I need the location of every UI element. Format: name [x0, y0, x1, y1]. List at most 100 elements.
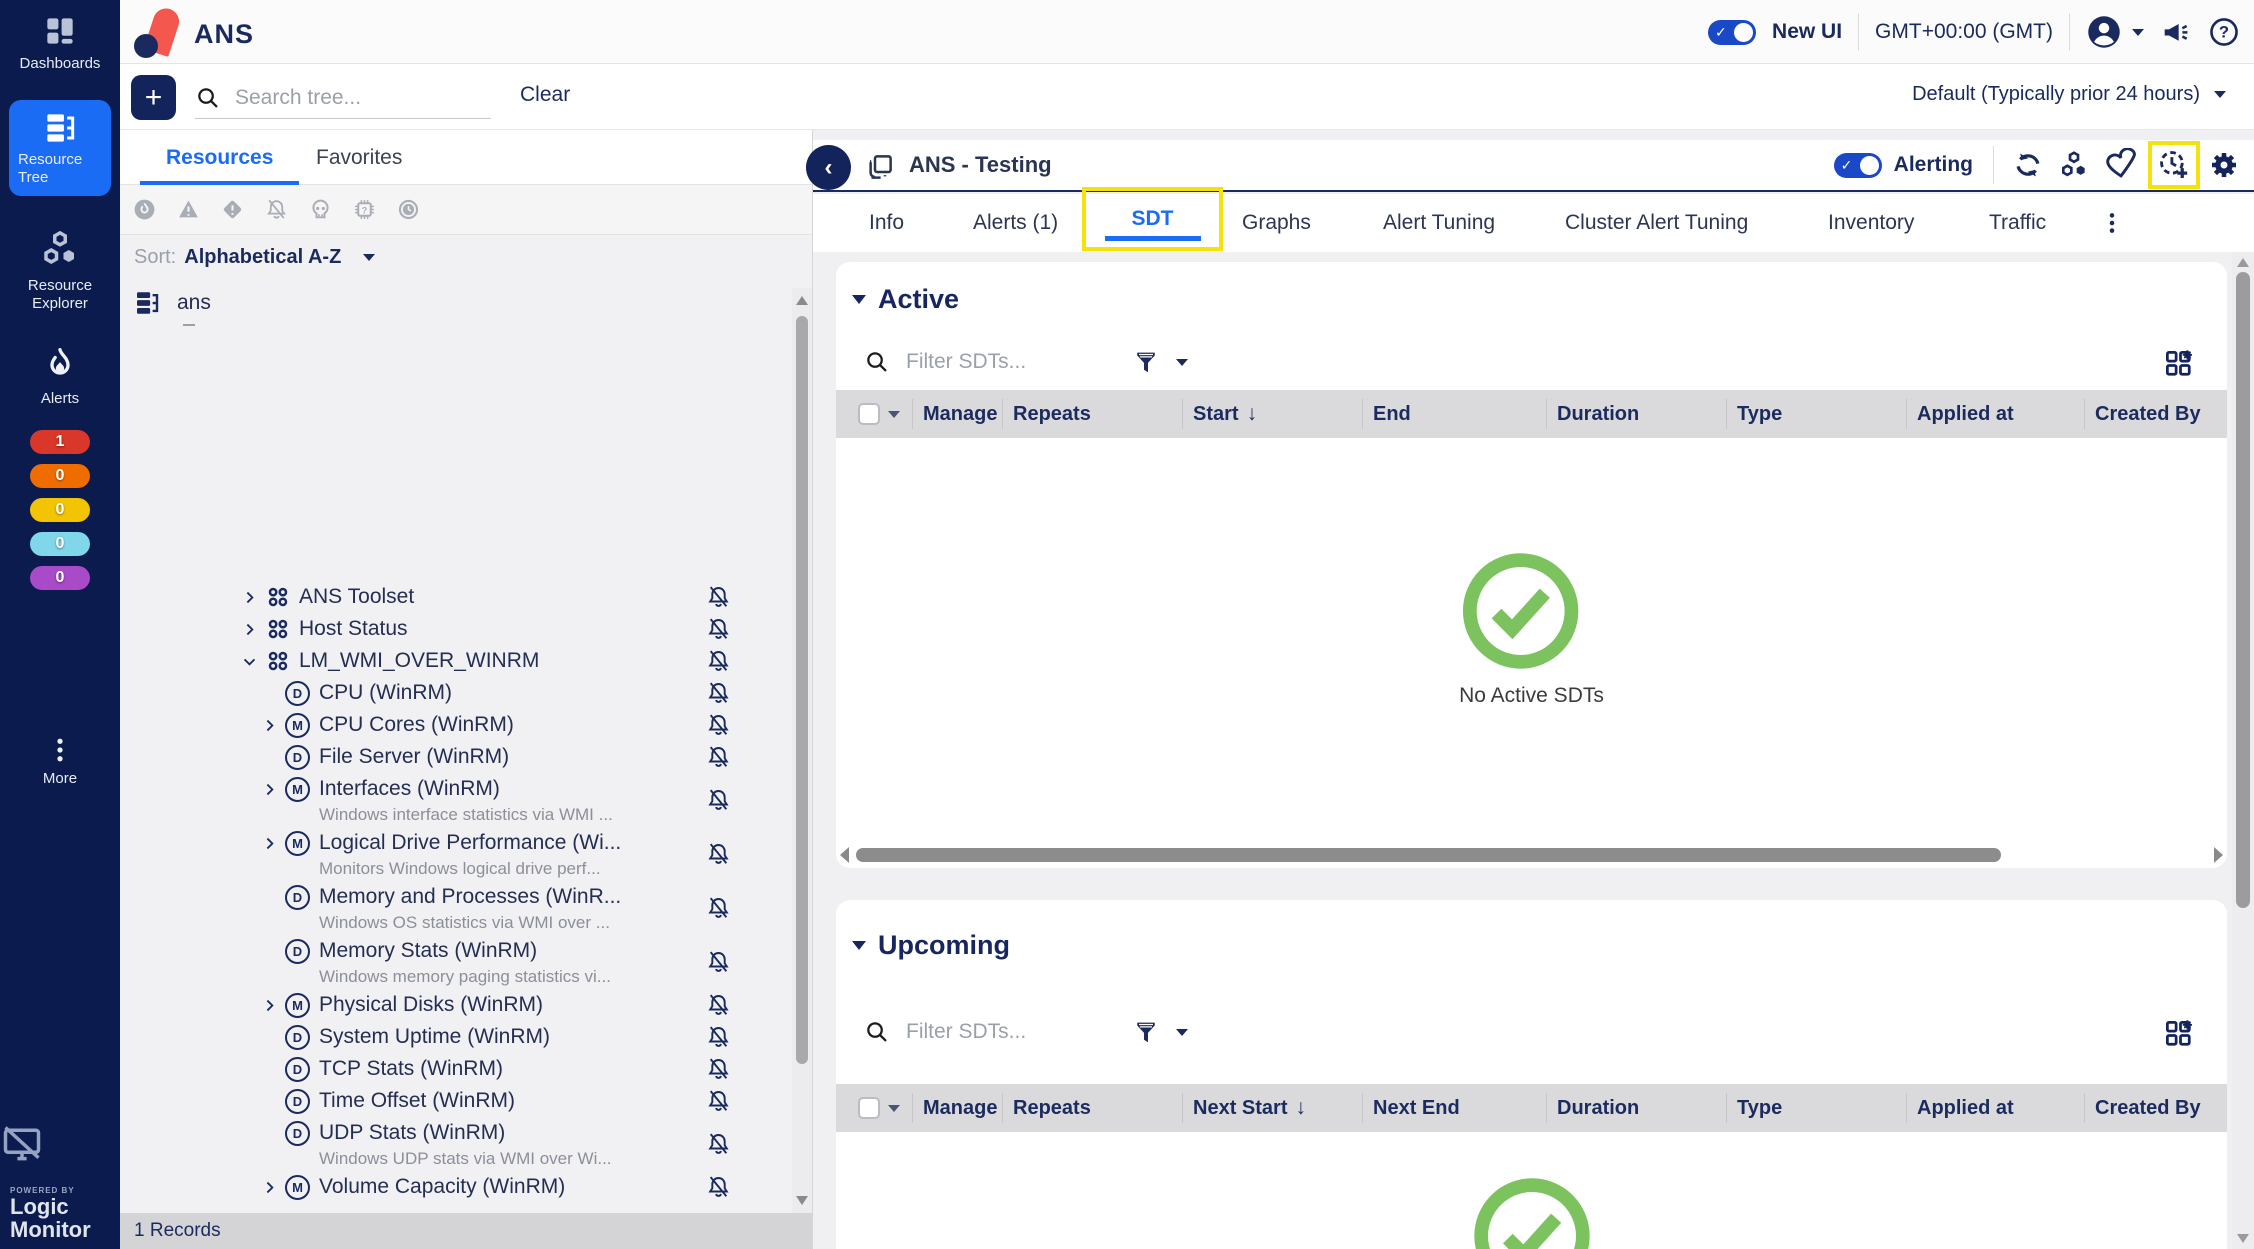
filter-funnel-icon[interactable]	[1132, 1018, 1160, 1046]
column-settings-icon[interactable]	[2163, 1018, 2193, 1048]
sidebar-item-dashboards[interactable]: Dashboards	[0, 12, 120, 73]
time-range-selector[interactable]: Default (Typically prior 24 hours)	[1912, 83, 2226, 106]
column-header-start[interactable]: Start↓	[1182, 399, 1362, 429]
column-header-next-start[interactable]: Next Start↓	[1182, 1093, 1362, 1123]
bell-slash-icon[interactable]	[705, 1088, 732, 1115]
main-scrollbar[interactable]	[2232, 252, 2254, 1249]
tree-item[interactable]: DMemory and Processes (WinR...Windows OS…	[120, 881, 792, 935]
add-sdt-clock-button[interactable]	[2148, 141, 2200, 189]
tree-item[interactable]: MPhysical Disks (WinRM)	[120, 989, 792, 1021]
tree-item[interactable]: DTime Offset (WinRM)	[120, 1085, 792, 1117]
scroll-left-arrow-icon[interactable]	[840, 847, 849, 863]
tree-search-input[interactable]: Search tree...	[195, 77, 491, 119]
tab-sdt[interactable]: SDT	[1132, 207, 1174, 231]
bell-slash-icon[interactable]	[705, 992, 732, 1019]
select-all-checkbox[interactable]	[858, 403, 880, 425]
chevron-right-icon[interactable]	[261, 773, 285, 805]
critical-icon[interactable]	[132, 197, 157, 222]
user-menu-caret-icon[interactable]	[2132, 29, 2144, 36]
chevron-down-icon[interactable]	[241, 645, 265, 677]
tree-item[interactable]: MVolume Capacity (WinRM)	[120, 1171, 792, 1203]
alerting-toggle[interactable]: ✓	[1834, 153, 1882, 178]
help-icon[interactable]: ?	[2208, 16, 2240, 48]
column-header-created-by[interactable]: Created By	[2084, 399, 2227, 429]
settings-gear-icon[interactable]	[2208, 149, 2240, 181]
bell-slash-icon[interactable]	[705, 895, 732, 922]
tree-tab-resources[interactable]: Resources	[166, 130, 273, 185]
chevron-down-icon[interactable]	[1176, 1029, 1188, 1036]
tree-item[interactable]: DFile Server (WinRM)	[120, 741, 792, 773]
tree-item[interactable]: DCPU (WinRM)	[120, 677, 792, 709]
bell-slash-icon[interactable]	[705, 1024, 732, 1051]
tab-alerts-1-[interactable]: Alerts (1)	[973, 194, 1058, 252]
sidebar-item-resource-explorer[interactable]: Resource Explorer	[0, 228, 120, 313]
filter-funnel-icon[interactable]	[1132, 348, 1160, 376]
scroll-up-arrow-icon[interactable]	[796, 296, 808, 305]
column-header-repeats[interactable]: Repeats	[1002, 399, 1182, 429]
tree-scrollbar-thumb[interactable]	[796, 316, 808, 1064]
announcements-megaphone-icon[interactable]	[2160, 16, 2192, 48]
filter-input[interactable]: Filter SDTs...	[906, 1020, 1116, 1044]
tab-traffic[interactable]: Traffic	[1989, 194, 2046, 252]
tree-item[interactable]: MInterfaces (WinRM)Windows interface sta…	[120, 773, 792, 827]
add-resource-button[interactable]: +	[131, 75, 176, 120]
bell-slash-icon[interactable]	[705, 841, 732, 868]
refresh-icon[interactable]	[2012, 149, 2044, 181]
favorite-heart-icon[interactable]	[2104, 148, 2138, 182]
bell-slash-icon[interactable]	[705, 744, 732, 771]
tree-tab-favorites[interactable]: Favorites	[316, 130, 402, 185]
main-scrollbar-thumb[interactable]	[2236, 272, 2250, 908]
collapse-section-chevron-icon[interactable]	[852, 941, 866, 950]
sort-selector[interactable]: Sort: Alphabetical A-Z	[134, 246, 375, 269]
chevron-right-icon[interactable]	[261, 709, 285, 741]
tree-item[interactable]: DUDP Stats (WinRM)Windows UDP stats via …	[120, 1117, 792, 1171]
column-header-repeats[interactable]: Repeats	[1002, 1093, 1182, 1123]
column-header-applied-at[interactable]: Applied at	[1906, 399, 2084, 429]
scroll-down-arrow-icon[interactable]	[2237, 1234, 2249, 1243]
tree-item[interactable]: LM_WMI_OVER_WINRM	[120, 645, 792, 677]
chevron-down-icon[interactable]	[1176, 359, 1188, 366]
monitor-slash-icon[interactable]	[0, 1122, 120, 1166]
alert-badge-critical[interactable]: 1	[30, 430, 90, 454]
bell-slash-icon[interactable]	[705, 584, 732, 611]
chevron-right-icon[interactable]	[261, 827, 285, 859]
timezone-selector[interactable]: GMT+00:00 (GMT)	[1875, 20, 2053, 44]
alert-badge-warning[interactable]: 0	[30, 498, 90, 522]
scroll-down-arrow-icon[interactable]	[796, 1196, 808, 1205]
tree-item[interactable]: MLogical Drive Performance (Wi...Monitor…	[120, 827, 792, 881]
bell-slash-icon[interactable]	[705, 648, 732, 675]
bell-slash-icon[interactable]	[705, 616, 732, 643]
sdt-clock-icon[interactable]	[396, 197, 421, 222]
filter-input[interactable]: Filter SDTs...	[906, 350, 1116, 374]
chevron-right-icon[interactable]	[261, 1171, 285, 1203]
tab-info[interactable]: Info	[869, 194, 904, 252]
column-header-manage[interactable]: Manage	[912, 399, 1002, 429]
horizontal-scrollbar-thumb[interactable]	[856, 848, 2001, 862]
alert-badge-dead[interactable]: 0	[30, 566, 90, 590]
column-header-created-by[interactable]: Created By	[2084, 1093, 2227, 1123]
tab-sdt-highlight[interactable]: SDT	[1082, 187, 1223, 251]
chevron-right-icon[interactable]	[241, 613, 265, 645]
alert-badge-error[interactable]: 0	[30, 464, 90, 488]
upcoming-section-header[interactable]: Upcoming	[852, 930, 1010, 961]
resource-explorer-link-icon[interactable]	[2058, 149, 2090, 181]
column-header-manage[interactable]: Manage	[912, 1093, 1002, 1123]
tree-item[interactable]: DTCP Stats (WinRM)	[120, 1053, 792, 1085]
column-header-type[interactable]: Type	[1726, 399, 1906, 429]
column-header-type[interactable]: Type	[1726, 1093, 1906, 1123]
collapse-section-chevron-icon[interactable]	[852, 295, 866, 304]
active-section-header[interactable]: Active	[852, 284, 959, 315]
tree-item[interactable]: MCPU Cores (WinRM)	[120, 709, 792, 741]
select-all-checkbox[interactable]	[858, 1097, 880, 1119]
sidebar-item-resource-tree[interactable]: Resource Tree	[9, 100, 111, 196]
bell-slash-icon[interactable]	[705, 949, 732, 976]
bell-slash-icon[interactable]	[705, 787, 732, 814]
column-header-duration[interactable]: Duration	[1546, 399, 1726, 429]
error-diamond-icon[interactable]	[220, 197, 245, 222]
chevron-right-icon[interactable]	[261, 989, 285, 1021]
scroll-up-arrow-icon[interactable]	[2237, 258, 2249, 267]
alert-badge-sdt[interactable]: 0	[30, 532, 90, 556]
dead-skull-icon[interactable]	[308, 197, 333, 222]
scroll-right-arrow-icon[interactable]	[2214, 847, 2223, 863]
bell-slash-icon[interactable]	[705, 680, 732, 707]
